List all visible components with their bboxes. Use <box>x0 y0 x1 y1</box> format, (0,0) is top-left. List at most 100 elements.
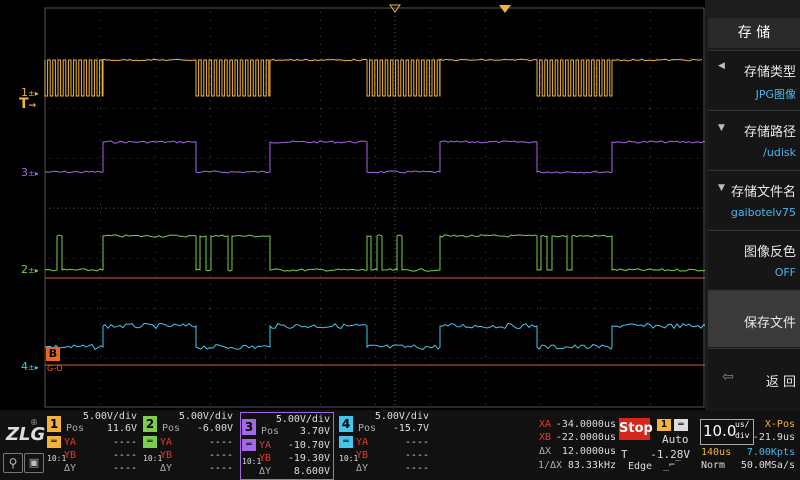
trigger-source-badge: 1 <box>657 419 671 431</box>
coupling-icon: ═ <box>339 436 353 448</box>
dx-value: 12.0000us <box>561 446 616 457</box>
channel-dy-label: ΔY <box>259 466 272 477</box>
trigger-level-marker[interactable]: T→ <box>19 96 36 112</box>
back-icon: ⇦ <box>722 369 734 385</box>
xb-label: XB <box>539 432 552 443</box>
trigger-type: Edge <box>628 461 653 472</box>
menu-save-type-label: 存储类型 <box>743 65 796 80</box>
cursor-readout-panel[interactable]: XA -34.0000us XB -22.0000us ΔX 12.0000us… <box>536 410 616 480</box>
xb-value: -22.0000us <box>555 432 616 443</box>
channel-ya-label: YA <box>259 440 272 451</box>
memory-depth: 7.00Kpts <box>746 447 795 458</box>
channel-number-badge: 1 <box>47 416 61 432</box>
inv-dx-label: 1/ΔX <box>538 460 563 471</box>
channel-number-badge: 3 <box>242 419 256 435</box>
channel-dy-value: ---- <box>404 463 429 474</box>
channel-ya-label: YA <box>356 437 369 448</box>
menu-save-type[interactable]: ◀ 存储类型 JPG图像 <box>708 50 800 109</box>
channel-ya-value: -10.70V <box>287 440 330 451</box>
channel-yb-value: ---- <box>208 450 233 461</box>
channel-yb-value: ---- <box>112 450 137 461</box>
channel-dy-value: ---- <box>208 463 233 474</box>
timebase-value: 10.0 <box>703 422 737 440</box>
menu-save-path-label: 存储路径 <box>743 125 796 140</box>
menu-save-file-button[interactable]: 保存文件 <box>708 290 800 347</box>
sample-rate: 50.0MSa/s <box>740 460 795 471</box>
menu-save-path[interactable]: ▼ 存储路径 /udisk <box>708 110 800 169</box>
channel-scale: 5.00V/div <box>275 414 330 425</box>
channel-panel-2[interactable]: 2 5.00V/div Pos -6.00V ═ YA ---- 10:1 YB ---- ΔY --… <box>142 410 236 480</box>
channel-number-badge: 4 <box>339 416 353 432</box>
chevron-down-icon: ▼ <box>718 123 725 133</box>
channel-ya-value: ---- <box>208 437 233 448</box>
screenshot-icon[interactable]: ▣ <box>24 453 44 473</box>
timebase-panel[interactable]: 10.0 us/ div X-Pos -21.9us 140us 7.00Kpt… <box>698 410 800 480</box>
brand-logo: ZLG <box>6 424 46 445</box>
menu-invert-image-label: 图像反色 <box>743 245 796 260</box>
channel-scale: 5.00V/div <box>374 411 429 422</box>
channel-pos-label: Pos <box>66 423 85 434</box>
magnifier-icon[interactable]: ⚲ <box>3 453 23 473</box>
acquire-mode: Norm <box>701 460 726 471</box>
channel-pos-label: Pos <box>261 426 280 437</box>
timebase-unit-bottom: div <box>735 431 750 440</box>
channel-yb-label: YB <box>160 450 173 461</box>
channel-pos-value: -15.7V <box>392 423 429 434</box>
inv-dx-value: 83.33kHz <box>567 460 616 471</box>
menu-back-label: 返 回 <box>765 375 796 390</box>
channel-pos-value: -6.00V <box>196 423 233 434</box>
waveform-display <box>44 4 705 408</box>
coupling-icon: ═ <box>143 436 157 448</box>
coupling-icon: ═ <box>242 439 256 451</box>
chevron-down-icon: ▼ <box>718 183 725 193</box>
run-stop-indicator[interactable]: Stop <box>619 418 653 440</box>
dx-label: ΔX <box>539 446 552 457</box>
math-b-source: G-O <box>47 364 63 373</box>
trigger-panel[interactable]: Stop 1 ═ Auto T -1.28V Edge _⌐‾ <box>618 410 696 480</box>
expand-left-icon: ◀ <box>718 61 725 71</box>
trigger-mode: Auto <box>662 433 689 446</box>
ch4-ground-marker[interactable]: 4±▸ <box>21 360 39 373</box>
channel-yb-value: -19.30V <box>287 453 330 464</box>
trigger-level-label: T <box>621 448 628 461</box>
channel-pos-value: 11.6V <box>106 423 137 434</box>
channel-scale: 5.00V/div <box>82 411 137 422</box>
ch2-ground-marker[interactable]: 2±▸ <box>21 263 39 276</box>
channel-number-badge: 2 <box>143 416 157 432</box>
menu-invert-image[interactable]: 图像反色 OFF <box>708 230 800 289</box>
menu-save-path-value: /udisk <box>763 146 796 159</box>
menu-back-button[interactable]: ⇦ 返 回 <box>708 348 800 409</box>
registered-icon: ® <box>30 418 38 427</box>
channel-pos-value: 3.70V <box>299 426 330 437</box>
rising-edge-icon: _⌐‾ <box>663 460 682 471</box>
channel-ya-value: ---- <box>404 437 429 448</box>
channel-pos-label: Pos <box>358 423 377 434</box>
channel-dy-label: ΔY <box>160 463 173 474</box>
math-b-marker[interactable]: B <box>46 347 60 361</box>
xpos-value: -21.9us <box>752 432 795 443</box>
oscilloscope-screen: 1±▸ T→ 3±▸ 2±▸ 4±▸ B G-O 存 储 ◀ 存储类型 JPG图… <box>0 0 800 480</box>
channel-dy-label: ΔY <box>356 463 369 474</box>
timebase-unit-top: us/ <box>735 420 750 429</box>
channel-yb-label: YB <box>259 453 272 464</box>
channel-panel-4[interactable]: 4 5.00V/div Pos -15.7V ═ YA ---- 10:1 YB ---- ΔY --… <box>338 410 432 480</box>
menu-file-name[interactable]: ▼ 存储文件名 gaibotelv75 <box>708 170 800 229</box>
ch3-ground-marker[interactable]: 3±▸ <box>21 166 39 179</box>
coupling-icon: ═ <box>674 419 688 431</box>
channel-ya-label: YA <box>160 437 173 448</box>
channel-scale: 5.00V/div <box>178 411 233 422</box>
channel-pos-label: Pos <box>162 423 181 434</box>
xa-label: XA <box>539 419 552 430</box>
channel-panel-1[interactable]: 1 5.00V/div Pos 11.6V ═ YA ---- 10:1 YB ---- ΔY ---… <box>46 410 140 480</box>
channel-dy-value: 8.600V <box>293 466 330 477</box>
xa-value: -34.0000us <box>555 419 616 430</box>
channel-dy-value: ---- <box>112 463 137 474</box>
channel-yb-value: ---- <box>404 450 429 461</box>
channel-ya-value: ---- <box>112 437 137 448</box>
coupling-icon: ═ <box>47 436 61 448</box>
menu-invert-image-value: OFF <box>774 266 796 279</box>
channel-panel-3[interactable]: 3 5.00V/div Pos 3.70V ═ YA -10.70V 10:1 YB -19.30… <box>240 412 334 480</box>
channel-yb-label: YB <box>356 450 369 461</box>
channel-dy-label: ΔY <box>64 463 77 474</box>
menu-file-name-label: 存储文件名 <box>730 185 796 200</box>
